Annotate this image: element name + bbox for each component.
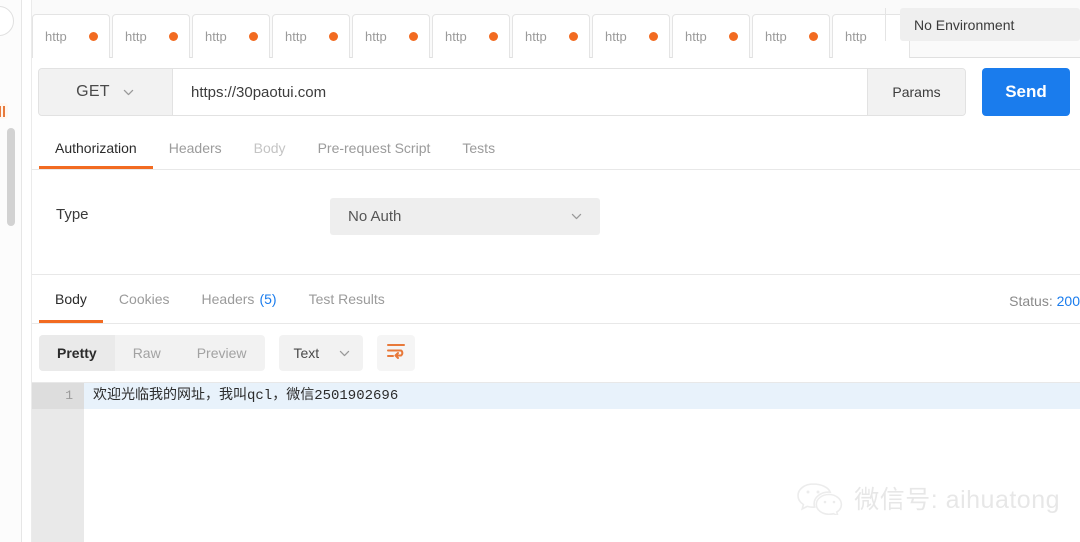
method-selector[interactable]: GET [39,69,173,115]
response-body-viewer[interactable]: 1 欢迎光临我的网址，我叫qcl，微信2501902696 [32,382,1080,542]
unsaved-dot-icon [649,32,658,41]
format-select[interactable]: Text [278,335,363,371]
environment-selector[interactable]: No Environment [900,8,1080,41]
unsaved-dot-icon [329,32,338,41]
request-tab-strip: http http http http http http http http http http… [32,0,1080,58]
unsaved-dot-icon [169,32,178,41]
word-wrap-button[interactable] [376,335,415,371]
response-tab-headers[interactable]: Headers (5) [186,275,293,323]
word-wrap-icon [386,342,406,364]
unsaved-dot-icon [489,32,498,41]
sidebar-toggle-icon[interactable] [0,103,8,119]
request-tab-label: http [685,29,707,44]
code-line: 欢迎光临我的网址，我叫qcl，微信2501902696 [84,383,1080,409]
send-button[interactable]: Send [982,68,1070,116]
url-bar: GET https://30paotui.com Params Send [32,58,1080,126]
tab-label: Tests [462,139,496,156]
environment-label: No Environment [914,16,1015,33]
tab-label: Headers [168,139,222,156]
request-tab-pre-request-script[interactable]: Pre-request Script [302,126,447,169]
left-rail [0,0,22,542]
response-body-code[interactable]: 欢迎光临我的网址，我叫qcl，微信2501902696 [84,383,1080,542]
request-tab-label: http [525,29,547,44]
request-tab-body[interactable]: Body [238,126,302,169]
request-tab[interactable]: http [592,14,670,58]
postman-window: http http http http http http http http http http… [0,0,1080,542]
environment-area: No Environment [885,8,1080,41]
unsaved-dot-icon [729,32,738,41]
line-number-gutter: 1 [32,383,84,542]
status-badge: Status: 200 [1009,293,1080,309]
method-label: GET [76,83,110,100]
url-input[interactable]: https://30paotui.com [173,69,867,115]
request-tab-label: http [765,29,787,44]
status-code: 200 [1056,293,1080,309]
params-button[interactable]: Params [867,69,965,115]
tab-label: Body [55,291,87,307]
tab-label: Body [253,139,286,156]
format-label: Text [293,345,320,361]
unsaved-dot-icon [809,32,818,41]
request-tab[interactable]: http [352,14,430,58]
view-mode-preview[interactable]: Preview [179,335,265,371]
tab-label: Authorization [55,139,137,156]
vertical-scrollbar-thumb[interactable] [7,128,15,226]
response-tab-list: Body Cookies Headers (5) Test Results [39,275,401,323]
chevron-down-icon [122,86,135,99]
view-mode-raw[interactable]: Raw [115,335,179,371]
request-tab[interactable]: http [272,14,350,58]
request-section-tabs: Authorization Headers Body Pre-request Scri… [32,126,1080,170]
request-tab[interactable]: http [112,14,190,58]
request-tab[interactable]: http [512,14,590,58]
view-mode-pretty[interactable]: Pretty [39,335,115,371]
unsaved-dot-icon [89,32,98,41]
unsaved-dot-icon [409,32,418,41]
auth-type-label: Type [56,206,89,223]
tab-label: Cookies [118,291,170,307]
view-mode-switch: Pretty Raw Preview [39,335,265,371]
request-tab-authorization[interactable]: Authorization [39,126,153,169]
request-tab-label: http [605,29,627,44]
response-tab-cookies[interactable]: Cookies [103,275,186,323]
line-number: 1 [32,383,84,409]
response-body-toolbar: Pretty Raw Preview Text [32,324,1080,382]
sidebar-divider [22,0,32,542]
response-tab-test-results[interactable]: Test Results [293,275,401,323]
request-tab[interactable]: http [672,14,750,58]
auth-type-value: No Auth [348,208,402,225]
tab-count: (5) [259,291,277,307]
request-tab[interactable]: http [192,14,270,58]
tab-label: Test Results [308,291,385,307]
request-tab-label: http [285,29,307,44]
request-tab-label: http [845,29,867,44]
request-tab-label: http [45,29,67,44]
request-tab-label: http [365,29,387,44]
url-input-group: GET https://30paotui.com Params [38,68,966,116]
request-tab-list: http http http http http http http http http http… [32,14,912,58]
authorization-panel: Type No Auth [32,170,1080,274]
unsaved-dot-icon [569,32,578,41]
response-section-tabs: Body Cookies Headers (5) Test Results Status… [32,274,1080,324]
unsaved-dot-icon [249,32,258,41]
request-tab-label: http [205,29,227,44]
request-tab[interactable]: http [752,14,830,58]
response-tab-body[interactable]: Body [39,275,103,323]
request-tab-label: http [445,29,467,44]
request-tab-headers[interactable]: Headers [153,126,238,169]
status-label: Status: [1009,293,1053,309]
chevron-down-icon [338,347,351,360]
tab-label: Headers [201,291,255,307]
chevron-down-icon [570,210,583,223]
request-tab[interactable]: http [432,14,510,58]
request-tab[interactable]: http [32,14,110,58]
tab-label: Pre-request Script [317,139,431,156]
auth-type-select[interactable]: No Auth [330,198,600,235]
request-tab-label: http [125,29,147,44]
tab-scroll-left-button[interactable] [0,6,14,36]
request-tab-tests[interactable]: Tests [446,126,511,169]
